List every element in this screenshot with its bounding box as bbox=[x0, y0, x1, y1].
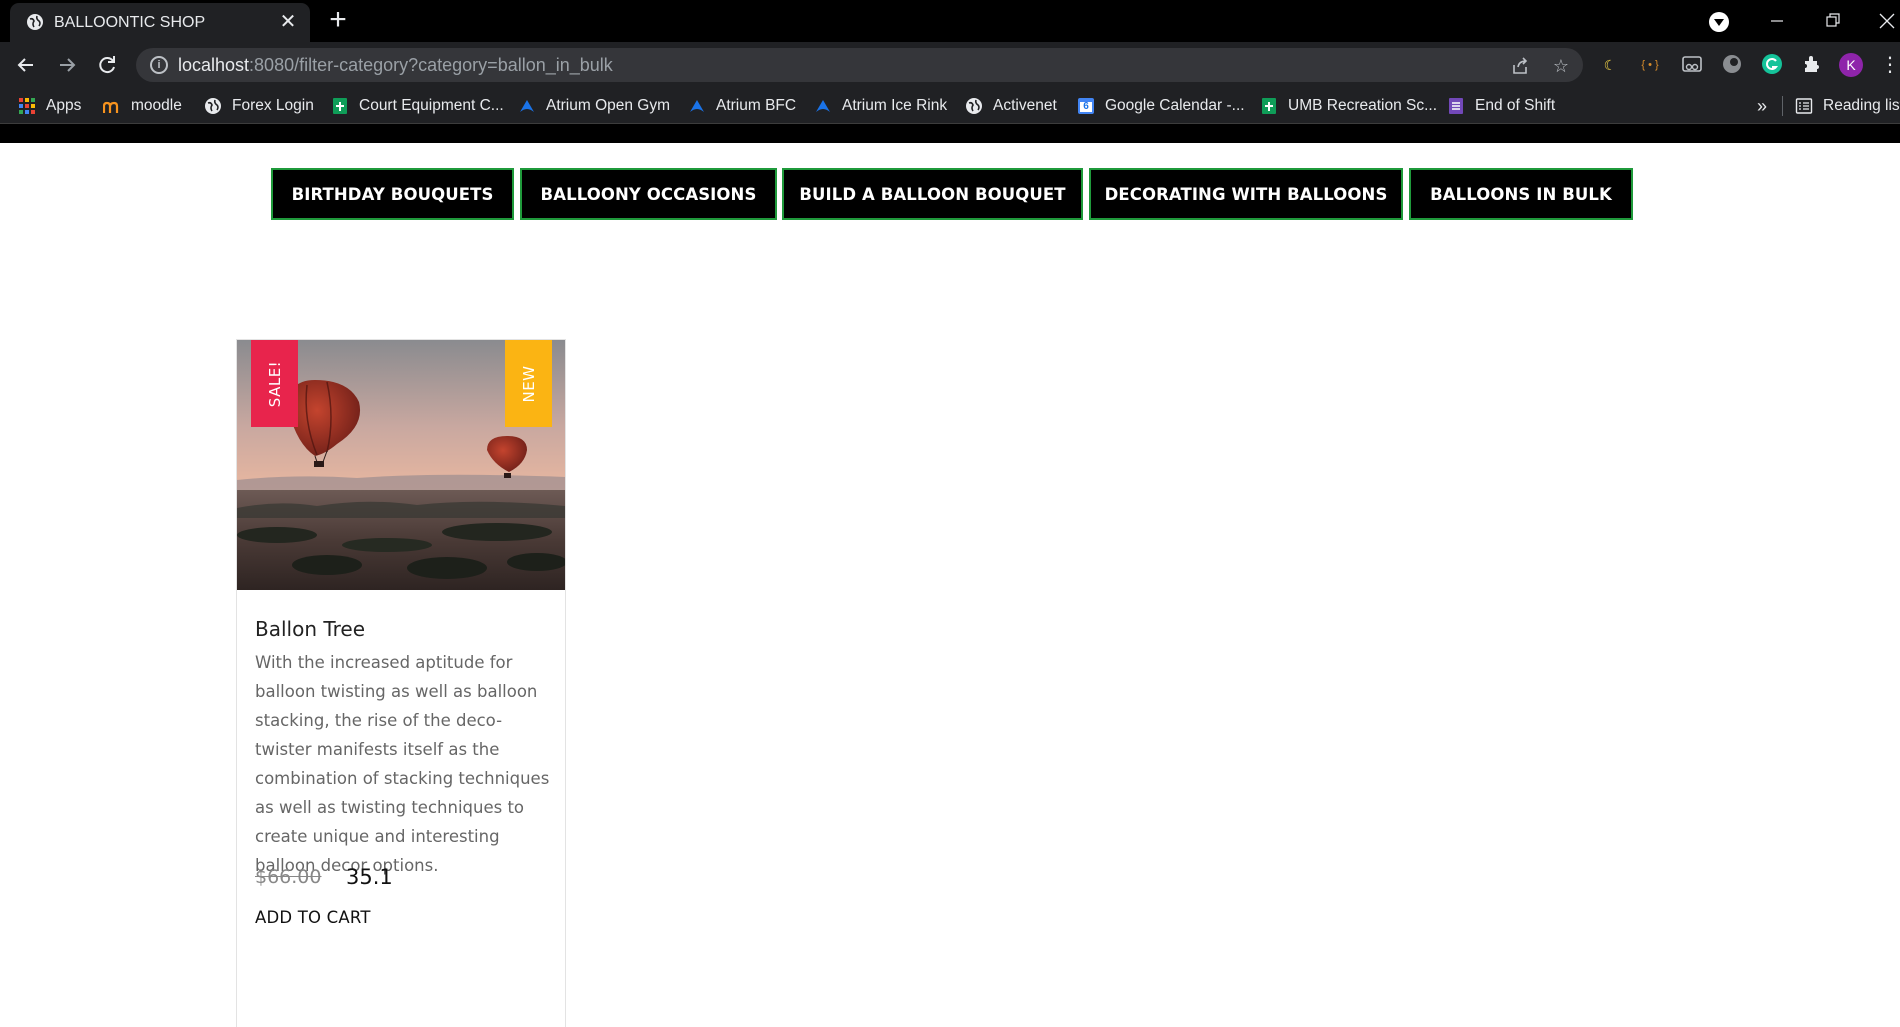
bookmark-umb-recreation[interactable]: UMB Recreation Sc... bbox=[1260, 96, 1437, 116]
bookmark-end-of-shift[interactable]: End of Shift bbox=[1447, 96, 1555, 116]
bookmark-atrium-bfc[interactable]: Atrium BFC bbox=[688, 96, 796, 116]
sheets-icon bbox=[1260, 97, 1278, 115]
site-info-icon[interactable]: i bbox=[150, 56, 168, 74]
globe-icon bbox=[204, 97, 222, 115]
sheets-icon bbox=[331, 97, 349, 115]
bookmark-moodle[interactable]: moodle bbox=[102, 96, 182, 116]
activenet-icon bbox=[518, 97, 536, 115]
product-price: 35.1 bbox=[346, 865, 393, 889]
apps-grid-icon bbox=[18, 97, 36, 115]
close-window-button[interactable] bbox=[1873, 8, 1900, 34]
bookmark-label: Forex Login bbox=[232, 97, 314, 114]
moodle-icon bbox=[102, 97, 121, 115]
calendar-icon: 6 bbox=[1077, 97, 1095, 115]
bookmark-atrium-ice-rink[interactable]: Atrium Ice Rink bbox=[814, 96, 947, 116]
extension-icon[interactable]: { • } bbox=[1638, 53, 1662, 77]
bookmark-apps[interactable]: Apps bbox=[18, 96, 81, 116]
reading-list-icon bbox=[1795, 97, 1813, 115]
share-icon[interactable] bbox=[1509, 55, 1531, 77]
bookmark-label: Atrium BFC bbox=[716, 97, 797, 114]
bookmark-label: Atrium Open Gym bbox=[546, 97, 671, 114]
bookmark-star-icon[interactable]: ☆ bbox=[1550, 55, 1572, 77]
bookmark-label: UMB Recreation Sc... bbox=[1288, 97, 1438, 114]
reader-extension-icon[interactable] bbox=[1680, 53, 1704, 77]
extensions-puzzle-icon[interactable] bbox=[1800, 53, 1824, 77]
forward-button[interactable] bbox=[53, 51, 81, 79]
new-tab-button[interactable]: + bbox=[324, 5, 352, 35]
tab-search-icon[interactable] bbox=[1709, 12, 1729, 32]
category-balloony-occasions[interactable]: BALLOONY OCCASIONS bbox=[520, 168, 777, 220]
bookmarks-divider bbox=[1782, 96, 1783, 116]
product-old-price: $66.00 bbox=[255, 866, 322, 888]
circle-extension-icon[interactable] bbox=[1720, 53, 1744, 77]
category-decorating-with-balloons[interactable]: DECORATING WITH BALLOONS bbox=[1089, 168, 1403, 220]
product-card[interactable]: SALE! NEW Ballon Tree With the increased… bbox=[236, 339, 566, 1027]
browser-tab[interactable]: BALLOONTIC SHOP ✕ bbox=[10, 3, 310, 42]
product-name[interactable]: Ballon Tree bbox=[255, 617, 365, 641]
dark-mode-extension-icon[interactable]: ☾ bbox=[1598, 53, 1622, 77]
bookmark-label: Atrium Ice Rink bbox=[842, 97, 948, 114]
bookmark-label: Court Equipment C... bbox=[359, 97, 504, 114]
bookmark-google-calendar[interactable]: 6 Google Calendar -... bbox=[1077, 96, 1245, 116]
bookmark-label: End of Shift bbox=[1475, 97, 1556, 114]
sale-badge: SALE! bbox=[251, 340, 298, 427]
add-to-cart-button[interactable]: ADD TO CART bbox=[255, 908, 371, 927]
reload-button[interactable] bbox=[93, 51, 121, 79]
category-build-a-balloon-bouquet[interactable]: BUILD A BALLOON BOUQUET bbox=[782, 168, 1083, 220]
category-balloons-in-bulk[interactable]: BALLOONS IN BULK bbox=[1409, 168, 1633, 220]
profile-avatar[interactable]: K bbox=[1839, 53, 1863, 77]
bookmark-atrium-open-gym[interactable]: Atrium Open Gym bbox=[518, 96, 670, 116]
browser-menu-icon[interactable]: ⋮ bbox=[1880, 53, 1900, 77]
globe-icon bbox=[26, 13, 44, 36]
bookmark-label: Activenet bbox=[993, 97, 1057, 114]
forms-icon bbox=[1447, 97, 1465, 115]
calendar-day-number: 6 bbox=[1083, 101, 1089, 112]
bookmark-label: Google Calendar -... bbox=[1105, 97, 1245, 114]
site-header-strip bbox=[0, 124, 1900, 143]
tab-title: BALLOONTIC SHOP bbox=[54, 14, 206, 31]
back-button[interactable] bbox=[12, 51, 40, 79]
bookmark-label: moodle bbox=[131, 97, 182, 114]
category-birthday-bouquets[interactable]: BIRTHDAY BOUQUETS bbox=[271, 168, 514, 220]
bookmark-court-equipment[interactable]: Court Equipment C... bbox=[331, 96, 504, 116]
reading-list-button[interactable]: Reading list bbox=[1795, 96, 1900, 116]
globe-icon bbox=[965, 97, 983, 115]
new-badge: NEW bbox=[505, 340, 552, 427]
grammarly-extension-icon[interactable] bbox=[1760, 53, 1784, 77]
bookmarks-bar: Apps moodle Forex Login Court Equipment … bbox=[0, 88, 1900, 124]
product-image[interactable]: SALE! NEW bbox=[237, 340, 565, 590]
tab-close-icon[interactable]: ✕ bbox=[276, 10, 300, 34]
bookmark-label: Apps bbox=[46, 97, 82, 114]
bookmark-forex-login[interactable]: Forex Login bbox=[204, 96, 314, 116]
address-bar[interactable]: i localhost:8080/filter-category?categor… bbox=[136, 48, 1583, 82]
bookmarks-overflow-button[interactable]: » bbox=[1757, 96, 1767, 116]
product-description: With the increased aptitude for balloon … bbox=[255, 653, 550, 875]
browser-tab-strip: BALLOONTIC SHOP ✕ + bbox=[0, 0, 1900, 42]
minimize-button[interactable] bbox=[1763, 8, 1791, 34]
reading-list-label: Reading list bbox=[1823, 97, 1900, 114]
restore-button[interactable] bbox=[1819, 8, 1847, 34]
activenet-icon bbox=[688, 97, 706, 115]
bookmark-activenet[interactable]: Activenet bbox=[965, 96, 1057, 116]
address-url[interactable]: localhost:8080/filter-category?category=… bbox=[178, 55, 613, 76]
activenet-icon bbox=[814, 97, 832, 115]
browser-toolbar: i localhost:8080/filter-category?categor… bbox=[0, 42, 1900, 88]
